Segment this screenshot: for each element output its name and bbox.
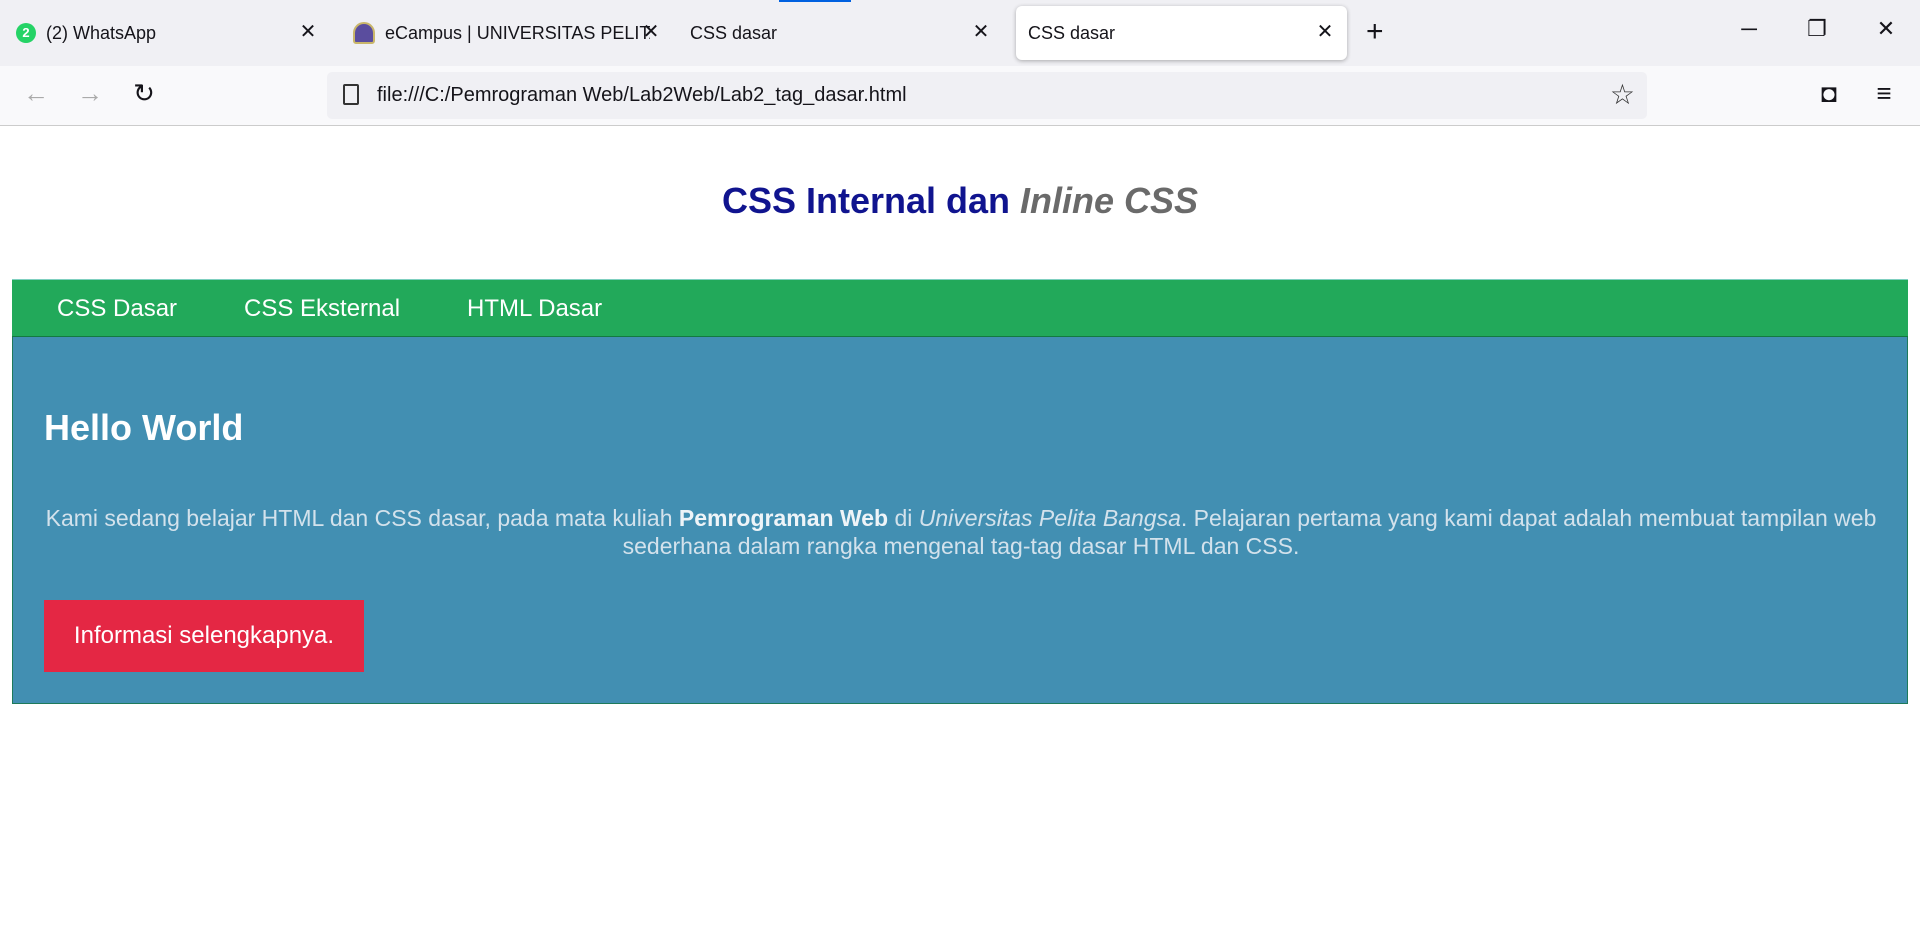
para-text: di	[888, 505, 919, 531]
tab-label: CSS dasar	[690, 22, 778, 43]
window-close-icon[interactable]: ✕	[1871, 16, 1901, 42]
file-icon	[343, 84, 359, 105]
tab-whatsapp[interactable]: 2 (2) WhatsApp ✕	[0, 6, 330, 60]
tab-bar: 2 (2) WhatsApp ✕ eCampus | UNIVERSITAS P…	[0, 0, 1920, 66]
menu-icon[interactable]: ≡	[1868, 78, 1900, 109]
nav-css-dasar[interactable]: CSS Dasar	[57, 295, 177, 323]
tab-css-dasar-active[interactable]: CSS dasar ✕	[1016, 6, 1347, 60]
title-main: CSS Internal dan	[721, 180, 1021, 221]
url-text[interactable]: file:///C:/Pemrograman Web/Lab2Web/Lab2_…	[377, 84, 907, 107]
para-italic: Universitas Pelita Bangsa	[918, 505, 1181, 531]
para-text: Kami sedang belajar HTML dan CSS dasar, …	[45, 505, 679, 531]
para-bold: Pemrograman Web	[678, 505, 889, 531]
hero-paragraph: Kami sedang belajar HTML dan CSS dasar, …	[27, 504, 1895, 560]
main-nav: CSS Dasar CSS Eksternal HTML Dasar	[12, 279, 1908, 337]
tab-label: eCampus | UNIVERSITAS PELITA	[385, 22, 650, 43]
pocket-icon[interactable]: ◘	[1813, 78, 1845, 109]
page-title: CSS Internal dan Inline CSS	[0, 180, 1920, 222]
tab-css-dasar[interactable]: CSS dasar ✕	[673, 6, 1003, 60]
tab-ecampus[interactable]: eCampus | UNIVERSITAS PELITA ✕	[335, 6, 665, 60]
title-italic: Inline CSS	[1020, 180, 1199, 221]
more-info-button[interactable]: Informasi selengkapnya.	[44, 600, 364, 672]
address-bar[interactable]: file:///C:/Pemrograman Web/Lab2Web/Lab2_…	[327, 72, 1647, 119]
new-tab-button[interactable]: +	[1366, 17, 1384, 47]
forward-icon[interactable]: →	[74, 78, 106, 109]
nav-html-dasar[interactable]: HTML Dasar	[467, 295, 602, 323]
hero-section: Hello World Kami sedang belajar HTML dan…	[12, 337, 1908, 704]
hero-heading: Hello World	[44, 407, 244, 448]
restore-icon[interactable]: ❐	[1802, 16, 1832, 42]
tab-label: (2) WhatsApp	[46, 22, 157, 43]
minimize-icon[interactable]: ─	[1734, 16, 1764, 42]
university-logo-icon	[353, 22, 375, 44]
tab-loading-indicator	[779, 0, 851, 2]
bookmark-star-icon[interactable]: ☆	[1610, 78, 1635, 111]
whatsapp-icon: 2	[16, 23, 36, 43]
tab-label: CSS dasar	[1028, 22, 1116, 43]
close-icon[interactable]: ✕	[969, 20, 993, 44]
reload-icon[interactable]: ↻	[128, 78, 160, 109]
close-icon[interactable]: ✕	[639, 20, 663, 44]
close-icon[interactable]: ✕	[1313, 20, 1337, 44]
nav-toolbar: ← → ↻ file:///C:/Pemrograman Web/Lab2Web…	[0, 66, 1920, 126]
back-icon[interactable]: ←	[20, 78, 52, 109]
nav-css-eksternal[interactable]: CSS Eksternal	[244, 295, 400, 323]
close-icon[interactable]: ✕	[296, 20, 320, 44]
